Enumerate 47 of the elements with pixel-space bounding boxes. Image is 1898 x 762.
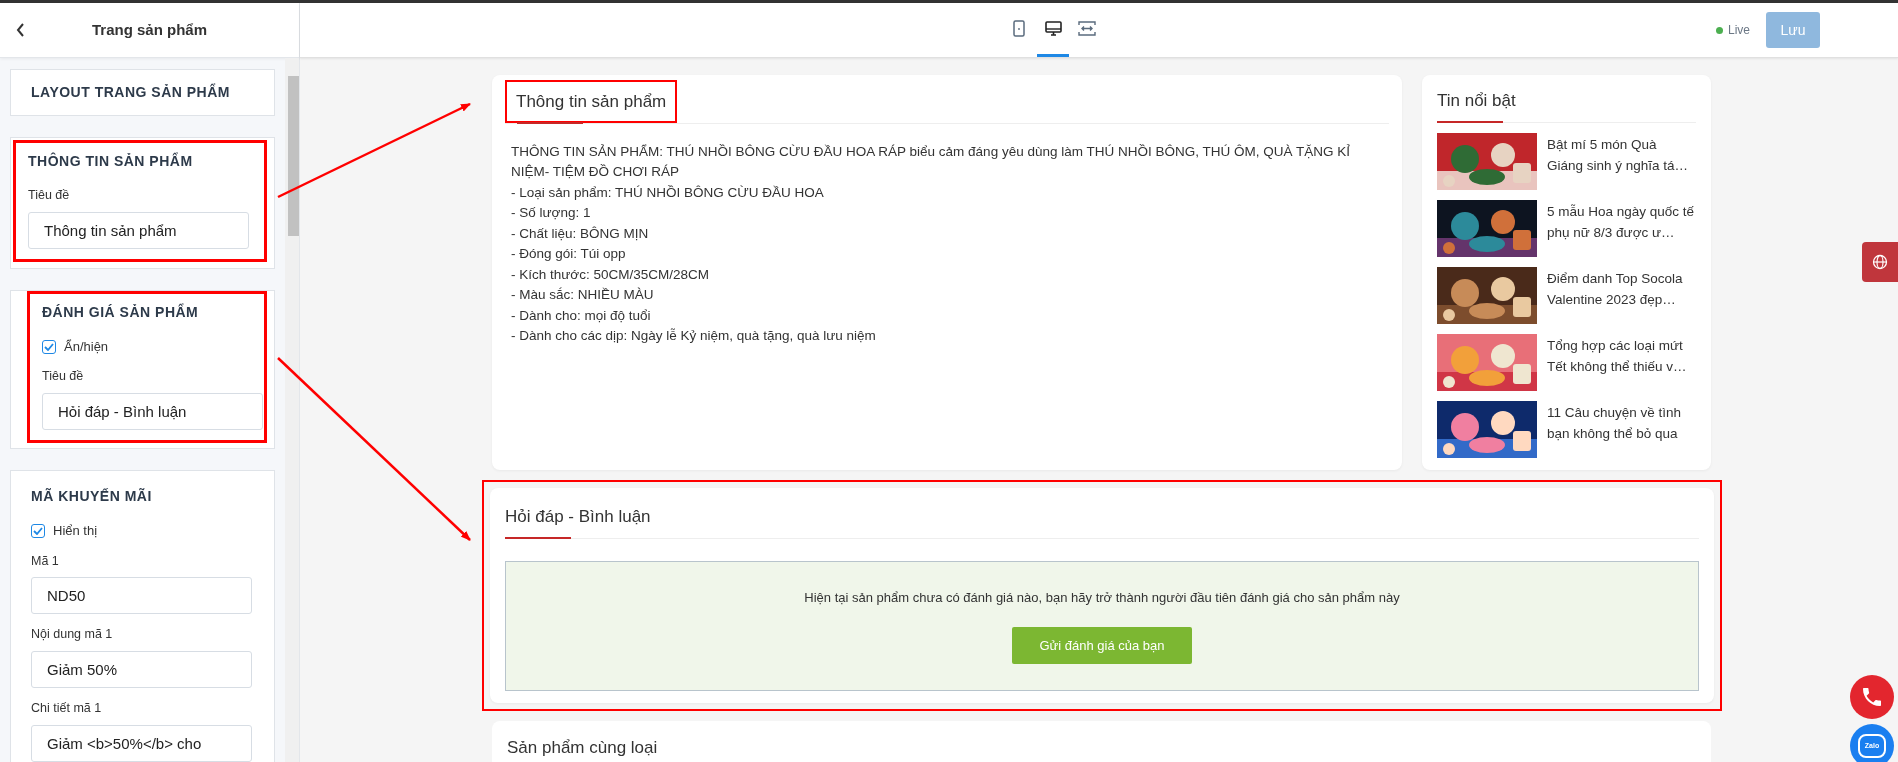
status-label: Live — [1728, 22, 1750, 39]
description-line: - Đóng gói: Túi opp — [510, 245, 627, 263]
section-title: ĐÁNH GIÁ SẢN PHẨM — [42, 302, 200, 322]
news-item[interactable]: Điểm danh Top Socola Valentine 2023 đẹp… — [1437, 266, 1696, 324]
news-item[interactable]: Bật mí 5 món Quà Giáng sinh ý nghĩa tá… — [1437, 132, 1696, 190]
description-line: - Dành cho: mọi độ tuổi — [510, 306, 652, 325]
globe-icon — [1872, 254, 1888, 270]
field-label: Mã 1 — [31, 552, 60, 570]
field-label: Tiêu đề — [42, 368, 85, 386]
checkbox-label: Ẩn/hiện — [64, 337, 109, 356]
phone-icon — [1860, 685, 1884, 709]
text-field[interactable]: ND50 — [31, 577, 252, 615]
field-label: Chi tiết mã 1 — [31, 700, 103, 717]
news-item[interactable]: Tổng hợp các loại mứt Tết không thể thiếu v… — [1437, 333, 1696, 391]
section-title: MÃ KHUYẾN MÃI — [31, 487, 153, 506]
checkbox[interactable] — [31, 523, 45, 538]
panel-title: Trang sản phẩm — [92, 19, 207, 40]
monitor-icon — [1044, 20, 1062, 37]
text-field[interactable]: Giảm <b>50%</b> cho — [31, 724, 252, 762]
text-field[interactable]: Hỏi đáp - Bình luận — [42, 393, 263, 430]
description-line: - Chất liệu: BÔNG MỊN — [510, 224, 650, 243]
checkbox[interactable] — [42, 339, 56, 354]
description-line: - Số lượng: 1 — [510, 204, 592, 222]
phone-button[interactable] — [1850, 675, 1894, 719]
scrollbar[interactable] — [285, 58, 299, 762]
description-line: - Kích thước: 50CM/35CM/28CM — [510, 265, 710, 284]
description-line: - Dành cho các dịp: Ngày lễ Kỷ niệm, quà tặng, quà lưu niệm — [510, 327, 877, 345]
section-title: LAYOUT TRANG SẢN PHẨM — [31, 82, 231, 102]
empty-message: Hiện tại sản phẩm chưa có đánh giá nào, bạn hãy trở thành người đầu tiên đánh giá cho sản phẩm này — [804, 588, 1400, 607]
card-title: Tin nổi bật — [1437, 91, 1516, 110]
text-field[interactable]: Thông tin sản phẩm — [28, 211, 249, 249]
expand-width-icon — [1078, 21, 1096, 36]
tablet-icon — [1013, 20, 1025, 37]
text-field[interactable]: Giảm 50% — [31, 651, 252, 688]
description-line: - Màu sắc: NHIỀU MÀU — [510, 286, 655, 304]
card-title: Thông tin sản phẩm — [516, 92, 667, 111]
description-line: THÔNG TIN SẢN PHẨM: THÚ NHỒI BÔNG CỪU ĐẦU HOA RÁP biểu cảm đáng yêu dùng làm THÚ NHỒI BÔNG, THÚ ÔM, QUÀ TẶNG KỈ NIỆM- TIỆM ĐỒ CHƠI RÁP — [510, 142, 1351, 181]
description-line: - Loại sản phẩm: THÚ NHỒI BÔNG CỪU ĐẦU HOA — [510, 183, 825, 202]
card-title: Hỏi đáp - Bình luận — [505, 507, 651, 526]
field-label: Nội dung mã 1 — [31, 626, 114, 644]
card-title: Sản phẩm cùng loại — [507, 737, 658, 757]
checkbox-label: Hiển thị — [53, 522, 98, 540]
news-item[interactable]: 5 mẫu Hoa ngày quốc tế phụ nữ 8/3 được ư… — [1437, 199, 1696, 257]
field-label: Tiêu đề — [28, 187, 71, 204]
news-item[interactable]: 11 Câu chuyện về tình bạn không thể bỏ qua — [1437, 400, 1696, 458]
language-button[interactable] — [1862, 242, 1898, 282]
section-title: THÔNG TIN SẢN PHẨM — [28, 151, 194, 171]
